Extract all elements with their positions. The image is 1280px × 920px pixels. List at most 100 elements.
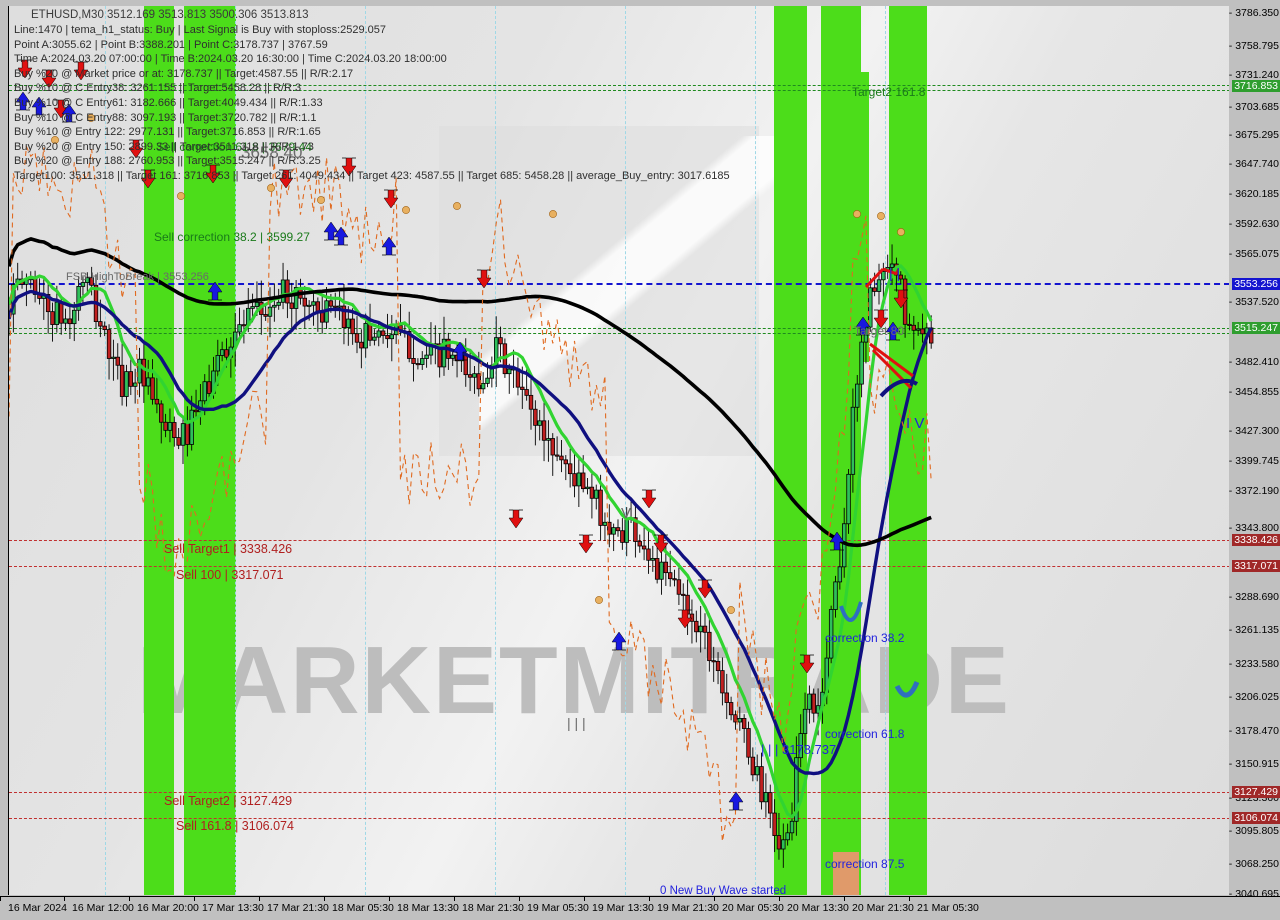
info-line-7: Buy %10 @ Entry 122: 2977.131 || Target:… xyxy=(14,126,321,139)
pivot-star-icon xyxy=(853,210,861,218)
annotation-wave-iv: I V xyxy=(906,415,925,432)
pivot-star-icon xyxy=(317,196,325,204)
annotation-point-c-label: | | | 3178.737 xyxy=(761,742,837,757)
price-tick: - 3399.745 xyxy=(1228,455,1279,467)
time-tick: 19 Mar 13:30 xyxy=(592,902,654,914)
time-tick: 20 Mar 21:30 xyxy=(852,902,914,914)
time-tick: 19 Mar 21:30 xyxy=(657,902,719,914)
time-tick-mark xyxy=(129,896,130,901)
price-tick: - 3537.520 xyxy=(1228,296,1279,308)
price-tick: - 3372.190 xyxy=(1228,485,1279,497)
info-line-10: Target100: 3511.318 || Target 161: 3716.… xyxy=(14,170,730,182)
pivot-star-icon xyxy=(549,210,557,218)
annotation-sell-target2: Sell Target2 | 3127.429 xyxy=(164,794,293,808)
time-tick: 20 Mar 05:30 xyxy=(722,902,784,914)
info-line-9: Buy %20 @ Entry 188: 2760.953 || Target:… xyxy=(14,155,321,168)
pivot-star-icon xyxy=(402,206,410,214)
annotation-correction-38-2: correction 38.2 xyxy=(825,631,905,645)
time-tick-mark xyxy=(194,896,195,901)
pivot-star-icon xyxy=(177,192,185,200)
info-line-5: Buy %10 @ C Entry61: 3182.666 || Target:… xyxy=(14,97,323,109)
buy-arrow-icon xyxy=(381,236,397,256)
price-tick: - 3150.915 xyxy=(1228,758,1279,770)
price-tick: - 3482.410 xyxy=(1228,356,1279,368)
time-tick-mark xyxy=(649,896,650,901)
annotation-correction-87-5: correction 87.5 xyxy=(825,857,905,871)
buy-arrow-icon xyxy=(611,631,627,651)
sell-arrow-icon xyxy=(653,534,669,554)
sell-arrow-icon xyxy=(697,579,713,599)
time-tick-mark xyxy=(389,896,390,901)
price-tick: - 3620.185 xyxy=(1228,188,1279,200)
annotation-sell-correction-38-2: Sell correction 38.2 | 3599.27 xyxy=(154,230,310,244)
price-label-buy-target-100[interactable]: 3515.247 xyxy=(1232,322,1280,334)
time-tick: 21 Mar 05:30 xyxy=(917,902,979,914)
price-tick: - 3095.805 xyxy=(1228,825,1279,837)
time-tick: 20 Mar 13:30 xyxy=(787,902,849,914)
time-tick: 18 Mar 21:30 xyxy=(462,902,524,914)
pivot-star-icon xyxy=(897,228,905,236)
price-tick: - 3068.250 xyxy=(1228,858,1279,870)
time-tick: 18 Mar 13:30 xyxy=(397,902,459,914)
annotation-target-80: Target 80 xyxy=(854,324,905,338)
price-tick: - 3178.470 xyxy=(1228,725,1279,737)
price-label-current-price[interactable]: 3553.256 xyxy=(1232,278,1280,290)
buy-arrow-icon xyxy=(207,281,223,301)
chart-plot-area[interactable]: MARKETMITRADE Sell correction 61.8 | 367… xyxy=(8,6,1229,895)
sell-arrow-icon xyxy=(508,509,524,529)
time-tick: 17 Mar 21:30 xyxy=(267,902,329,914)
time-tick-mark xyxy=(779,896,780,901)
time-tick-mark xyxy=(324,896,325,901)
info-line-3: Buy %20 @ Market price or at: 3178.737 |… xyxy=(14,67,354,80)
sell-arrow-icon xyxy=(578,534,594,554)
price-tick: - 3786.350 xyxy=(1228,7,1279,19)
price-tick: - 3206.025 xyxy=(1228,691,1279,703)
time-axis[interactable]: 16 Mar 2024 16 Mar 12:00 16 Mar 20:00 17 Ma… xyxy=(0,896,1280,920)
price-label-sell-1618[interactable]: 3106.074 xyxy=(1232,812,1280,824)
sell-arrow-icon xyxy=(641,489,657,509)
time-tick: 16 Mar 2024 xyxy=(8,902,67,914)
price-tick: - 3288.690 xyxy=(1228,591,1279,603)
price-tick: - 3427.300 xyxy=(1228,425,1279,437)
pivot-star-icon xyxy=(595,596,603,604)
annotation-new-buy-wave: 0 New Buy Wave started xyxy=(660,885,787,895)
annotation-fsb-high-to-break: FSB-HighToBreak | 3553.256 xyxy=(66,271,209,283)
annotation-sell-161-8: Sell 161.8 | 3106.074 xyxy=(176,819,294,833)
time-tick: 18 Mar 05:30 xyxy=(332,902,394,914)
buy-arrow-icon xyxy=(728,791,744,811)
pivot-star-icon xyxy=(267,184,275,192)
price-tick: - 3454.855 xyxy=(1228,386,1279,398)
info-line-4: Buy %10 @ C Entry38: 3261.155 || Target:… xyxy=(14,82,302,95)
time-tick-mark xyxy=(454,896,455,901)
time-tick: 16 Mar 20:00 xyxy=(137,902,199,914)
annotation-correction-61-8: correction 61.8 xyxy=(825,727,905,741)
price-label-sell-target2[interactable]: 3127.429 xyxy=(1232,786,1280,798)
info-line-0: Line:1470 | tema_h1_status: Buy | Last S… xyxy=(14,24,387,36)
price-axis[interactable]: - 3786.350- 3758.795- 3731.240- 3703.685… xyxy=(1228,6,1280,900)
price-tick: - 3647.740 xyxy=(1228,158,1279,170)
time-tick: 17 Mar 13:30 xyxy=(202,902,264,914)
buy-arrow-icon xyxy=(829,531,845,551)
chart-window: MARKETMITRADE Sell correction 61.8 | 367… xyxy=(0,0,1280,920)
time-tick-mark xyxy=(714,896,715,901)
time-tick: 16 Mar 12:00 xyxy=(72,902,134,914)
sell-arrow-icon xyxy=(383,189,399,209)
time-tick-mark xyxy=(64,896,65,901)
price-label-buy-target-161[interactable]: 3716.853 xyxy=(1232,80,1280,92)
price-tick: - 3675.295 xyxy=(1228,129,1279,141)
annotation-sell-target1: Sell Target1 | 3338.426 xyxy=(164,542,293,556)
chart-title: ETHUSD,M30 3512.169 3513.813 3500.306 35… xyxy=(31,9,309,21)
time-tick-mark xyxy=(844,896,845,901)
time-tick-mark xyxy=(909,896,910,901)
price-label-sell-target1[interactable]: 3338.426 xyxy=(1232,534,1280,546)
pivot-star-icon xyxy=(453,202,461,210)
price-tick: - 3758.795 xyxy=(1228,40,1279,52)
annotation-target2-161-8: Target2 161.8 xyxy=(852,85,926,99)
price-tick: - 3343.800 xyxy=(1228,522,1279,534)
pivot-star-icon xyxy=(877,212,885,220)
price-label-sell-100[interactable]: 3317.071 xyxy=(1232,560,1280,572)
price-tick: - 3233.580 xyxy=(1228,658,1279,670)
time-tick: 19 Mar 05:30 xyxy=(527,902,589,914)
sell-arrow-icon xyxy=(677,609,693,629)
info-line-6: Buy %10 @ C Entry88: 3097.193 || Target:… xyxy=(14,111,317,124)
